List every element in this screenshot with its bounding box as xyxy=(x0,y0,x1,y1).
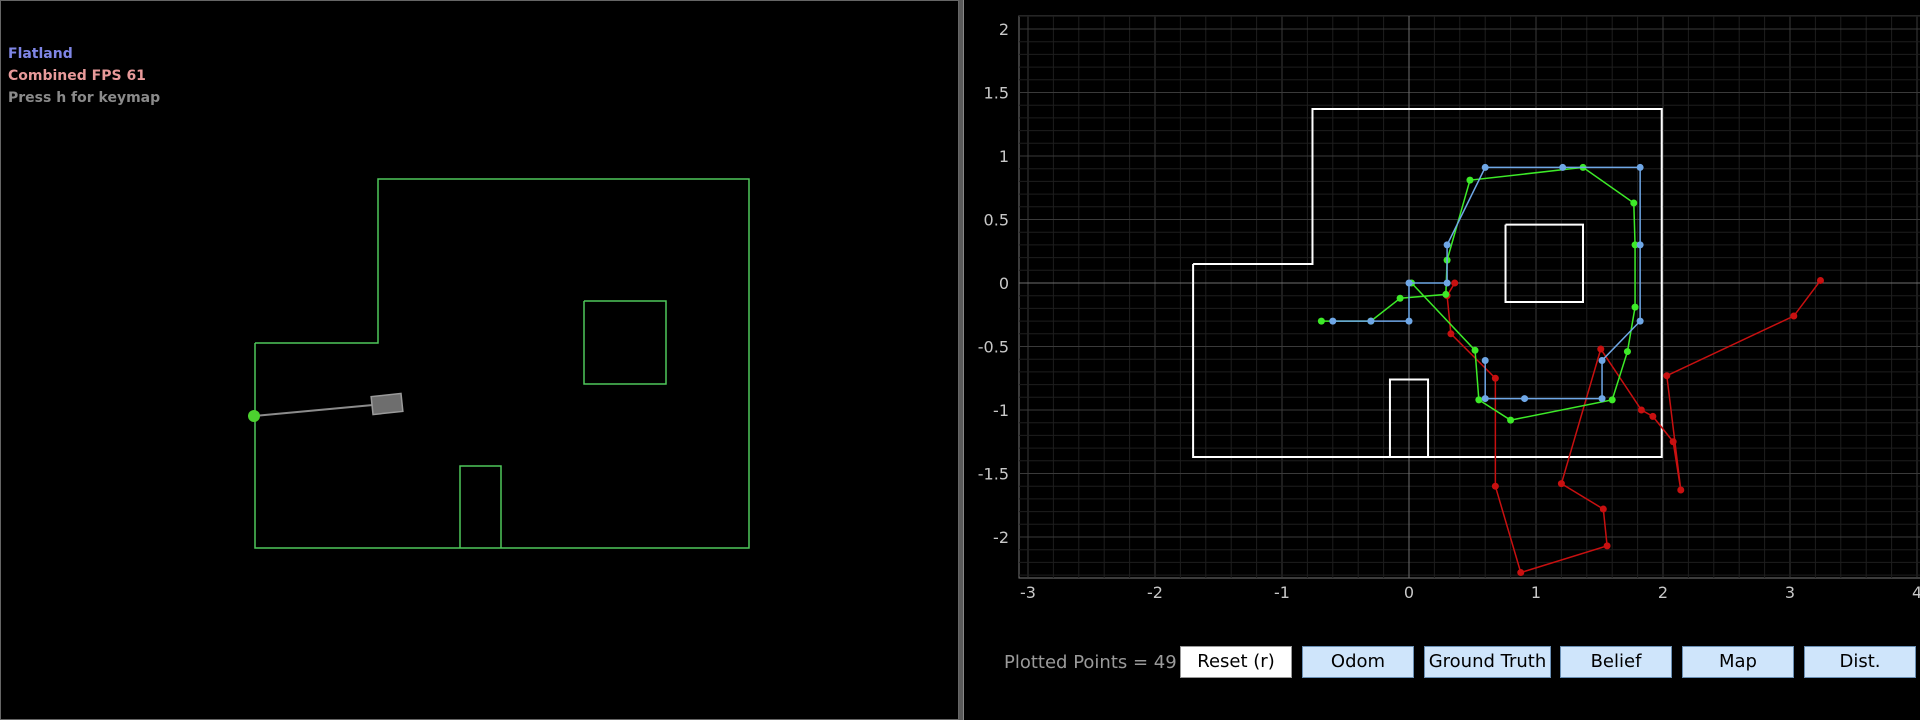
ground_truth-point xyxy=(1396,294,1404,302)
x-tick-label: 2 xyxy=(1658,583,1668,600)
odom-button[interactable]: Odom xyxy=(1302,646,1414,678)
belief-point xyxy=(1367,317,1375,325)
trajectory-plot: -3 -2 -1 0 1 2 3 4 2 1.5 1 0.5 0 -0.5 -1 -1.5 -2 xyxy=(978,15,1920,600)
ground_truth-point xyxy=(1471,346,1479,354)
ground_truth-point xyxy=(1608,396,1616,404)
simulator-viewport[interactable]: Flatland Combined FPS 61 Press h for key… xyxy=(0,0,959,720)
ground_truth-point xyxy=(1507,416,1515,424)
belief-point xyxy=(1481,395,1489,403)
x-tick-label: -2 xyxy=(1147,583,1163,600)
odom-point xyxy=(1677,486,1685,494)
plotter-toolbar: Plotted Points = 49 Reset (r) Odom Groun… xyxy=(964,642,1920,682)
belief-point xyxy=(1636,317,1644,325)
belief-point xyxy=(1443,279,1451,287)
sensor-hit-point xyxy=(248,410,260,422)
belief-point xyxy=(1405,317,1413,325)
odom-point xyxy=(1447,330,1455,338)
y-tick-label: 1.5 xyxy=(984,84,1009,103)
ground_truth-point xyxy=(1631,303,1639,311)
plotted-points-label: Plotted Points = 49 xyxy=(1004,652,1177,673)
x-tick-label: 1 xyxy=(1531,583,1541,600)
odom-point xyxy=(1649,412,1657,420)
belief-point xyxy=(1329,317,1337,325)
x-tick-label: -1 xyxy=(1274,583,1290,600)
odom-point xyxy=(1491,374,1499,382)
belief-point xyxy=(1481,356,1489,364)
world-wall-0 xyxy=(254,178,750,549)
odom-point xyxy=(1597,345,1605,353)
plot-grid xyxy=(1018,15,1920,579)
odom-point xyxy=(1599,505,1607,513)
x-tick-label: 4 xyxy=(1912,583,1920,600)
x-tick-label: -3 xyxy=(1020,583,1036,600)
x-tick-label: 0 xyxy=(1404,583,1414,600)
ground_truth-point xyxy=(1630,199,1638,207)
dist-button[interactable]: Dist. xyxy=(1804,646,1916,678)
odom-point xyxy=(1451,279,1459,287)
y-tick-label: -1 xyxy=(993,401,1009,420)
belief-point xyxy=(1636,241,1644,249)
belief-point xyxy=(1636,163,1644,171)
y-tick-label: -2 xyxy=(993,528,1009,547)
y-tick-label: 2 xyxy=(999,20,1009,39)
belief-point xyxy=(1521,395,1529,403)
belief-point xyxy=(1598,395,1606,403)
ground_truth-point xyxy=(1475,396,1483,404)
belief-point xyxy=(1481,163,1489,171)
y-tick-label: -0.5 xyxy=(978,338,1009,357)
robot xyxy=(370,392,404,416)
belief-point xyxy=(1405,279,1413,287)
ground_truth-point xyxy=(1442,290,1450,298)
odom-point xyxy=(1557,480,1565,488)
y-tick-label: 1 xyxy=(999,147,1009,166)
ground_truth-point xyxy=(1466,176,1474,184)
reset-button[interactable]: Reset (r) xyxy=(1180,646,1292,678)
ground_truth-point xyxy=(1623,348,1631,356)
odom-point xyxy=(1669,438,1677,446)
world-wall-2 xyxy=(459,465,502,548)
trajectory-plotter: -3 -2 -1 0 1 2 3 4 2 1.5 1 0.5 0 -0.5 -1 -1.5 -2 Plotted… xyxy=(963,0,1920,720)
odom-point xyxy=(1491,482,1499,490)
belief-point xyxy=(1443,241,1451,249)
ground_truth-point xyxy=(1317,317,1325,325)
world-walls xyxy=(254,178,750,549)
odom-point xyxy=(1637,406,1645,414)
belief-point xyxy=(1598,356,1606,364)
belief-button[interactable]: Belief xyxy=(1560,646,1672,678)
odom-point xyxy=(1603,542,1611,550)
odom-point xyxy=(1517,569,1525,577)
odom-point xyxy=(1816,276,1824,284)
belief-point xyxy=(1559,163,1567,171)
map-button[interactable]: Map xyxy=(1682,646,1794,678)
odom-point xyxy=(1663,372,1671,380)
world-wall-1 xyxy=(583,300,667,385)
y-tick-label: 0 xyxy=(999,274,1009,293)
sensor-ray xyxy=(253,404,374,417)
ground-truth-button[interactable]: Ground Truth xyxy=(1424,646,1551,678)
y-tick-label: 0.5 xyxy=(984,211,1009,230)
odom-point xyxy=(1790,312,1798,320)
x-tick-label: 3 xyxy=(1785,583,1795,600)
y-tick-label: -1.5 xyxy=(978,465,1009,484)
world-map xyxy=(248,178,750,549)
